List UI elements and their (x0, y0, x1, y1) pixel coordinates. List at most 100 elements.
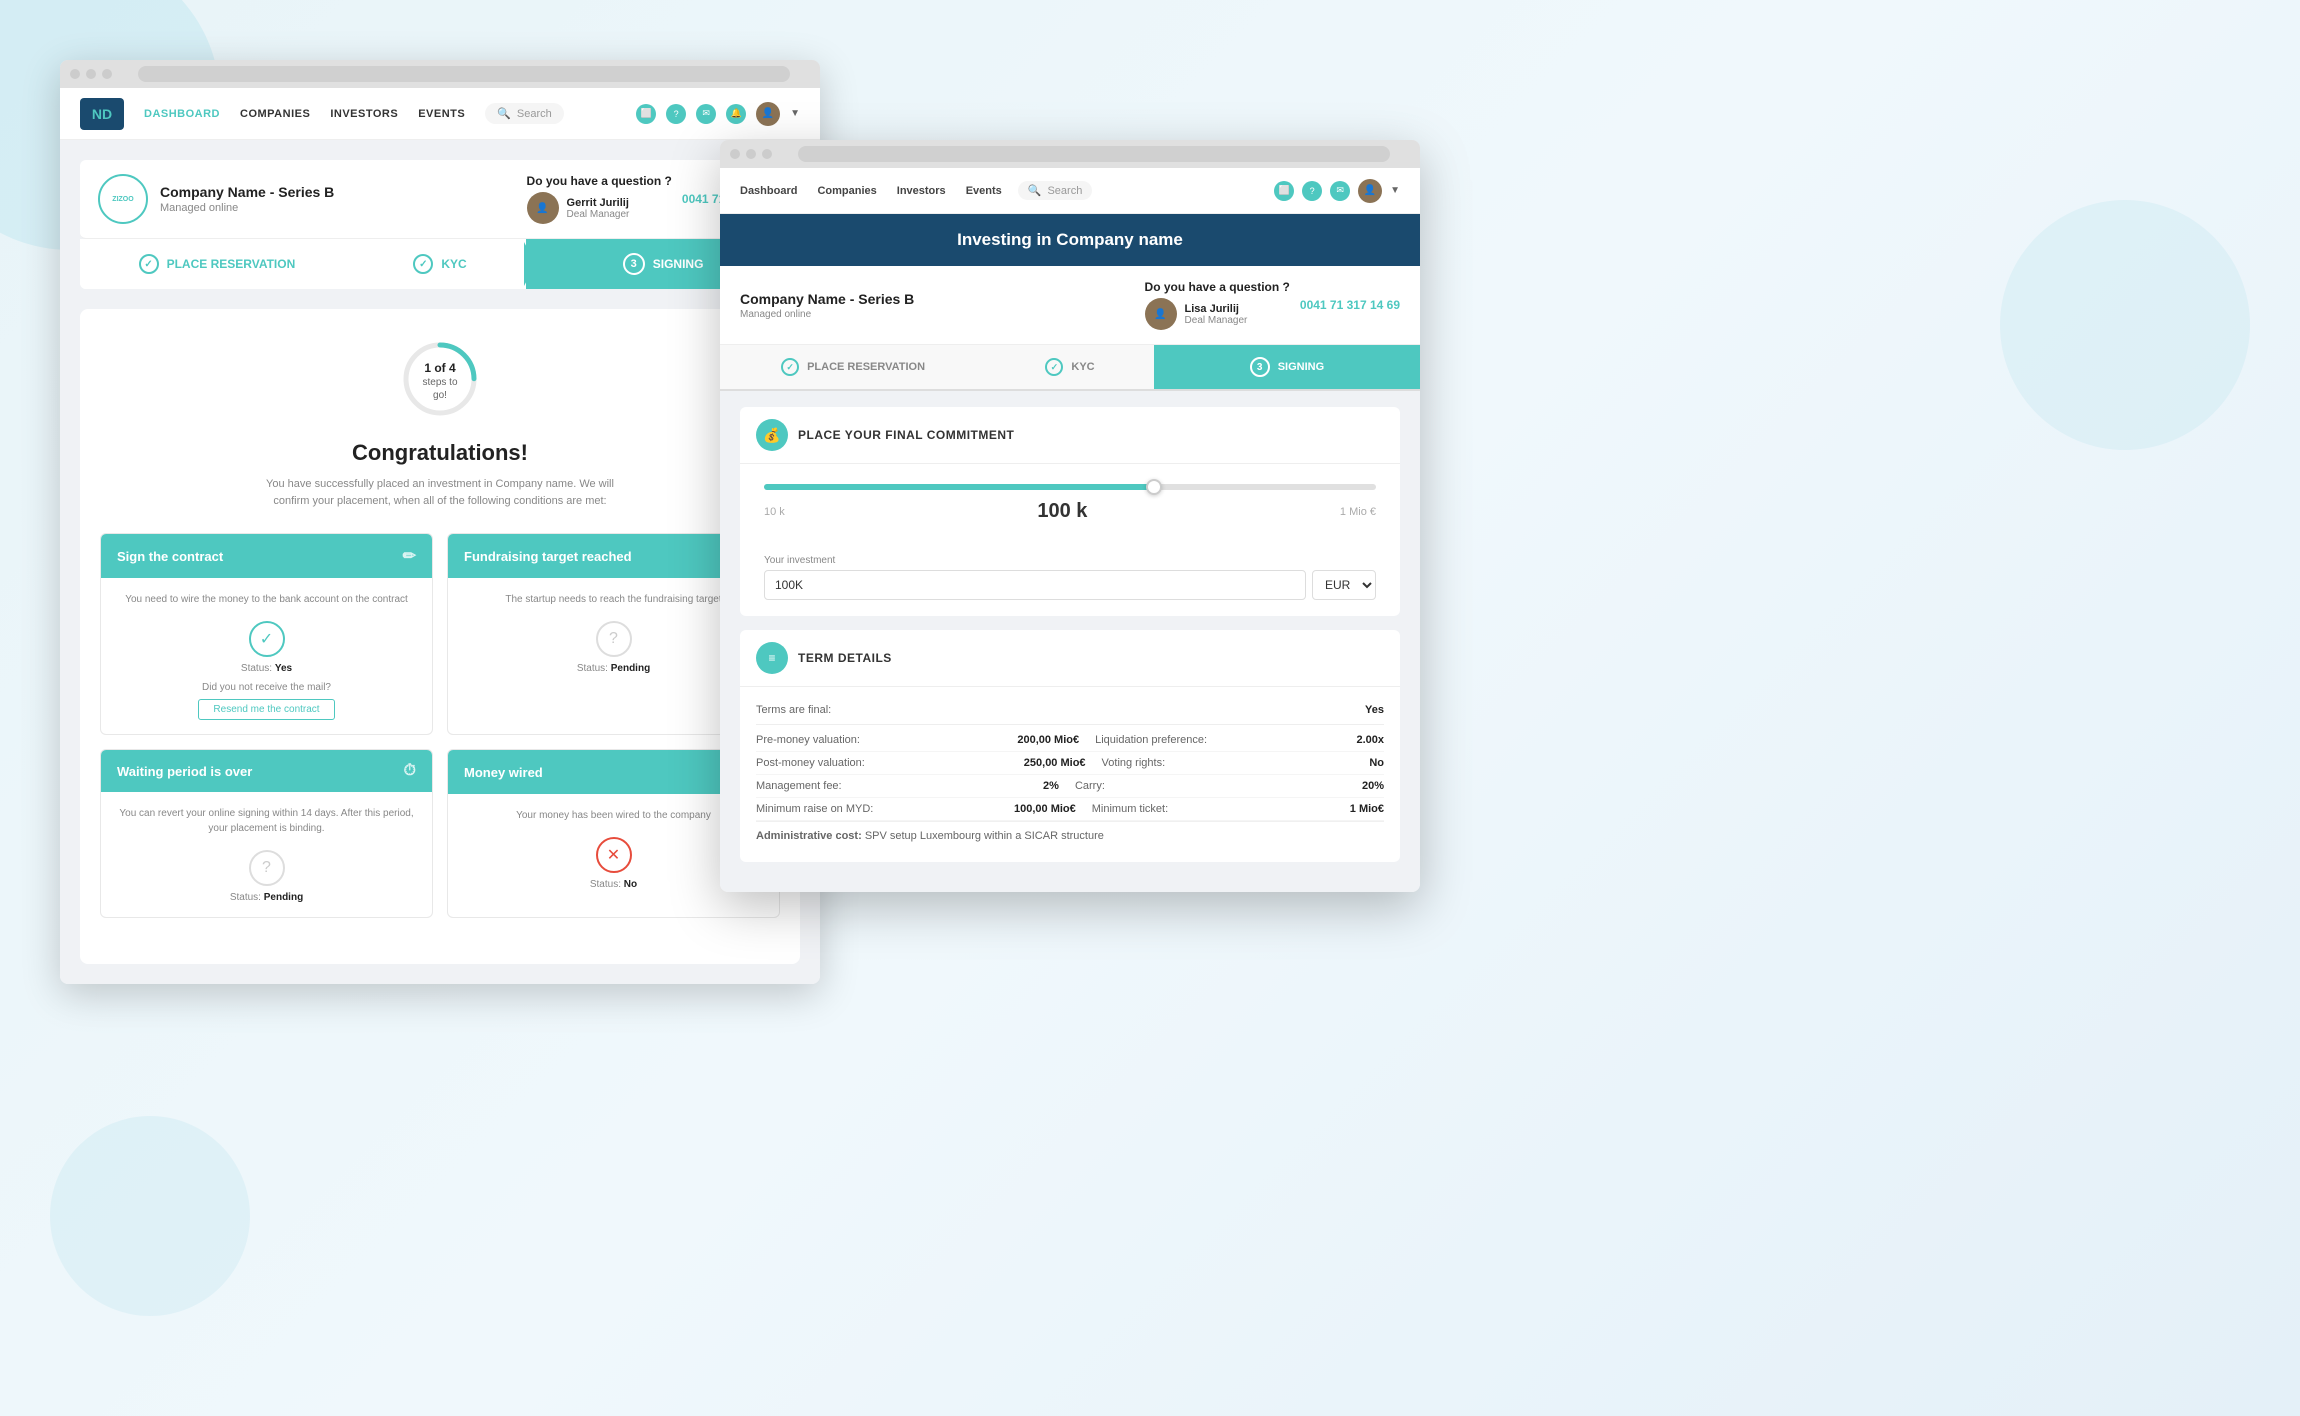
nav-icon-bell[interactable]: 🔔 (726, 104, 746, 124)
user-avatar-1[interactable]: 👤 (756, 102, 780, 126)
term-val-voting: No (1369, 757, 1384, 769)
status-circle-sign: ✓ (249, 621, 285, 657)
term-val-pre: 200,00 Mio€ (1017, 734, 1079, 746)
conditions-grid: Sign the contract ✏ You need to wire the… (100, 533, 780, 918)
terms-final-label: Terms are final: (756, 704, 831, 716)
term-key-minticket: Minimum ticket: (1092, 803, 1334, 815)
term-val-liq: 2.00x (1356, 734, 1384, 746)
step-reservation-2[interactable]: ✓ PLACE RESERVATION (720, 345, 986, 389)
step-reservation-1[interactable]: ✓ PLACE RESERVATION (80, 239, 354, 289)
nav-icon-screen[interactable]: ⬜ (636, 104, 656, 124)
slider-thumb[interactable] (1146, 479, 1162, 495)
term-val-minraise: 100,00 Mio€ (1014, 803, 1076, 815)
window-dot-yellow[interactable] (86, 69, 96, 79)
term-key-liq: Liquidation preference: (1095, 734, 1340, 746)
navbar-1: ND DASHBOARD COMPANIES INVESTORS EVENTS … (60, 88, 820, 140)
step-arrow-2 (524, 242, 536, 286)
nav-links-1: DASHBOARD COMPANIES INVESTORS EVENTS (144, 108, 465, 120)
nav-links-2: Dashboard Companies Investors Events (740, 185, 1002, 197)
investment-input-group: EUR USD CHF (764, 570, 1376, 600)
admin-row: Administrative cost: SPV setup Luxembour… (756, 821, 1384, 850)
nav-events-1[interactable]: EVENTS (418, 108, 465, 120)
condition-sign: Sign the contract ✏ You need to wire the… (100, 533, 433, 735)
condition-fundraising-title: Fundraising target reached (464, 549, 632, 564)
nav-companies-1[interactable]: COMPANIES (240, 108, 310, 120)
term-val-mgmt: 2% (1043, 780, 1059, 792)
deal-avatar-2: 👤 (1145, 298, 1177, 330)
nav-investors-2[interactable]: Investors (897, 185, 946, 197)
nav-icon-mail[interactable]: ✉ (696, 104, 716, 124)
progress-ring-text: 1 of 4 steps to go! (420, 361, 460, 403)
nav-events-2[interactable]: Events (966, 185, 1002, 197)
window-2-dot-green[interactable] (762, 149, 772, 159)
term-key-post: Post-money valuation: (756, 757, 1008, 769)
nav-icon-help[interactable]: ? (666, 104, 686, 124)
slider-value: 100 k (1037, 500, 1087, 523)
admin-label: Administrative cost: (756, 830, 862, 842)
user-avatar-2[interactable]: 👤 (1358, 179, 1382, 203)
nav-dashboard-2[interactable]: Dashboard (740, 185, 797, 197)
company-card-2: Company Name - Series B Managed online D… (720, 266, 1420, 345)
question-section-2: Do you have a question ? 👤 Lisa Jurilij … (1145, 280, 1400, 330)
nav-icon-help-2[interactable]: ? (1302, 181, 1322, 201)
step-kyc-1[interactable]: ✓ KYC (354, 239, 526, 289)
window-dot-red[interactable] (70, 69, 80, 79)
nav-icon-screen-2[interactable]: ⬜ (1274, 181, 1294, 201)
search-box-2[interactable]: 🔍 Search (1018, 181, 1093, 200)
term-key-minraise: Minimum raise on MYD: (756, 803, 998, 815)
step-number-signing-2: 3 (1250, 357, 1270, 377)
nav-icon-mail-2[interactable]: ✉ (1330, 181, 1350, 201)
slider-max-label: 1 Mio € (1340, 506, 1376, 518)
condition-waiting-body: You can revert your online signing withi… (101, 792, 432, 917)
status-circle-fundraising: ? (596, 621, 632, 657)
deal-phone-2[interactable]: 0041 71 317 14 69 (1300, 298, 1400, 312)
question-label-1: Do you have a question ? (527, 174, 672, 188)
slider-track[interactable] (764, 484, 1376, 490)
step-check-reservation-1: ✓ (139, 254, 159, 274)
step-label-signing-2: SIGNING (1278, 361, 1324, 373)
terms-title: TERM DETAILS (798, 651, 892, 665)
condition-waiting-desc: You can revert your online signing withi… (117, 806, 416, 836)
window-1: ND DASHBOARD COMPANIES INVESTORS EVENTS … (60, 60, 820, 984)
investment-input[interactable] (764, 570, 1306, 600)
company-sub-2: Managed online (740, 309, 914, 320)
nav-companies-2[interactable]: Companies (817, 185, 876, 197)
condition-sign-header: Sign the contract ✏ (101, 534, 432, 578)
currency-select[interactable]: EUR USD CHF (1312, 570, 1376, 600)
step-signing-2[interactable]: 3 SIGNING (1154, 345, 1420, 389)
condition-money-desc: Your money has been wired to the company (464, 808, 763, 823)
window-2-dot-red[interactable] (730, 149, 740, 159)
window-1-addressbar[interactable] (138, 66, 790, 82)
step-label-kyc-2: KYC (1071, 361, 1094, 373)
term-key-pre: Pre-money valuation: (756, 734, 1001, 746)
terms-header: ≡ TERM DETAILS (740, 630, 1400, 687)
slider-labels: 10 k 100 k 1 Mio € (764, 500, 1376, 523)
steps-bar-1: ✓ PLACE RESERVATION ✓ KYC 3 SIGNING (80, 239, 800, 289)
search-placeholder-1: Search (517, 108, 552, 120)
step-check-kyc-1: ✓ (413, 254, 433, 274)
term-table: Terms are final: Yes Pre-money valuation… (740, 687, 1400, 862)
deal-name-2: Lisa Jurilij (1185, 303, 1248, 315)
step-kyc-2[interactable]: ✓ KYC (986, 345, 1154, 389)
waiting-icon: ⏱ (404, 762, 416, 780)
slider-fill (764, 484, 1162, 490)
window-2-addressbar[interactable] (798, 146, 1390, 162)
resend-button[interactable]: Resend me the contract (198, 699, 334, 720)
nav-dashboard-1[interactable]: DASHBOARD (144, 108, 220, 120)
company-left-2: Company Name - Series B Managed online (740, 291, 914, 320)
condition-fundraising-desc: The startup needs to reach the fundraisi… (464, 592, 763, 607)
investment-input-row: Your investment EUR USD CHF (740, 555, 1400, 616)
search-box-1[interactable]: 🔍 Search (485, 103, 564, 124)
nav-investors-1[interactable]: INVESTORS (330, 108, 398, 120)
question-label-2: Do you have a question ? (1145, 280, 1290, 294)
congrats-subtitle: You have successfully placed an investme… (260, 476, 620, 509)
deal-title-1: Deal Manager (567, 209, 630, 220)
term-row-3: Minimum raise on MYD: 100,00 Mio€ Minimu… (756, 798, 1384, 821)
window-dot-green[interactable] (102, 69, 112, 79)
window-2-dot-yellow[interactable] (746, 149, 756, 159)
slider-min-label: 10 k (764, 506, 785, 518)
step-label-kyc-1: KYC (441, 257, 466, 271)
step-check-kyc-2: ✓ (1045, 358, 1063, 376)
steps-bar-2: ✓ PLACE RESERVATION ✓ KYC 3 SIGNING (720, 345, 1420, 391)
company-card-1: ZIZOO Company Name - Series B Managed on… (80, 160, 800, 239)
